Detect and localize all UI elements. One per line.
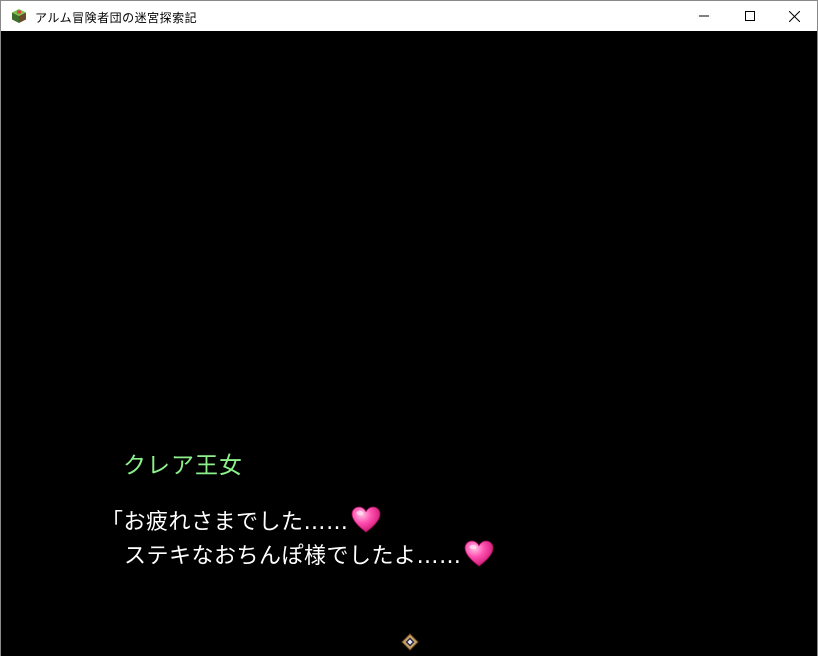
maximize-icon bbox=[745, 11, 755, 21]
continue-cursor-icon[interactable] bbox=[401, 633, 419, 651]
window-title: アルム冒険者団の迷宮探索記 bbox=[35, 11, 198, 25]
heart-icon bbox=[464, 540, 493, 567]
game-screen[interactable]: クレア王女 「お疲れさまでした…… ステキなおちんぽ様でしたよ…… bbox=[1, 31, 817, 656]
game-window: アルム冒険者団の迷宮探索記 クレア王女 「お疲れさまでした…… ステキなおちんぽ… bbox=[0, 0, 818, 656]
close-icon bbox=[788, 10, 800, 22]
close-button[interactable] bbox=[771, 1, 817, 31]
game-cube-icon bbox=[12, 9, 26, 23]
heart-icon bbox=[351, 506, 380, 533]
dialogue-line-1: 「お疲れさまでした…… bbox=[101, 504, 381, 536]
dialogue-line-2: ステキなおちんぽ様でしたよ…… bbox=[124, 538, 494, 570]
dialogue-text-1: 「お疲れさまでした…… bbox=[101, 510, 349, 535]
title-bar[interactable]: アルム冒険者団の迷宮探索記 bbox=[1, 1, 817, 31]
speaker-name: クレア王女 bbox=[123, 453, 243, 479]
minimize-button[interactable] bbox=[681, 1, 727, 31]
minimize-icon bbox=[699, 15, 709, 17]
maximize-button[interactable] bbox=[727, 1, 773, 31]
dialogue-text-2: ステキなおちんぽ様でしたよ…… bbox=[124, 544, 462, 569]
